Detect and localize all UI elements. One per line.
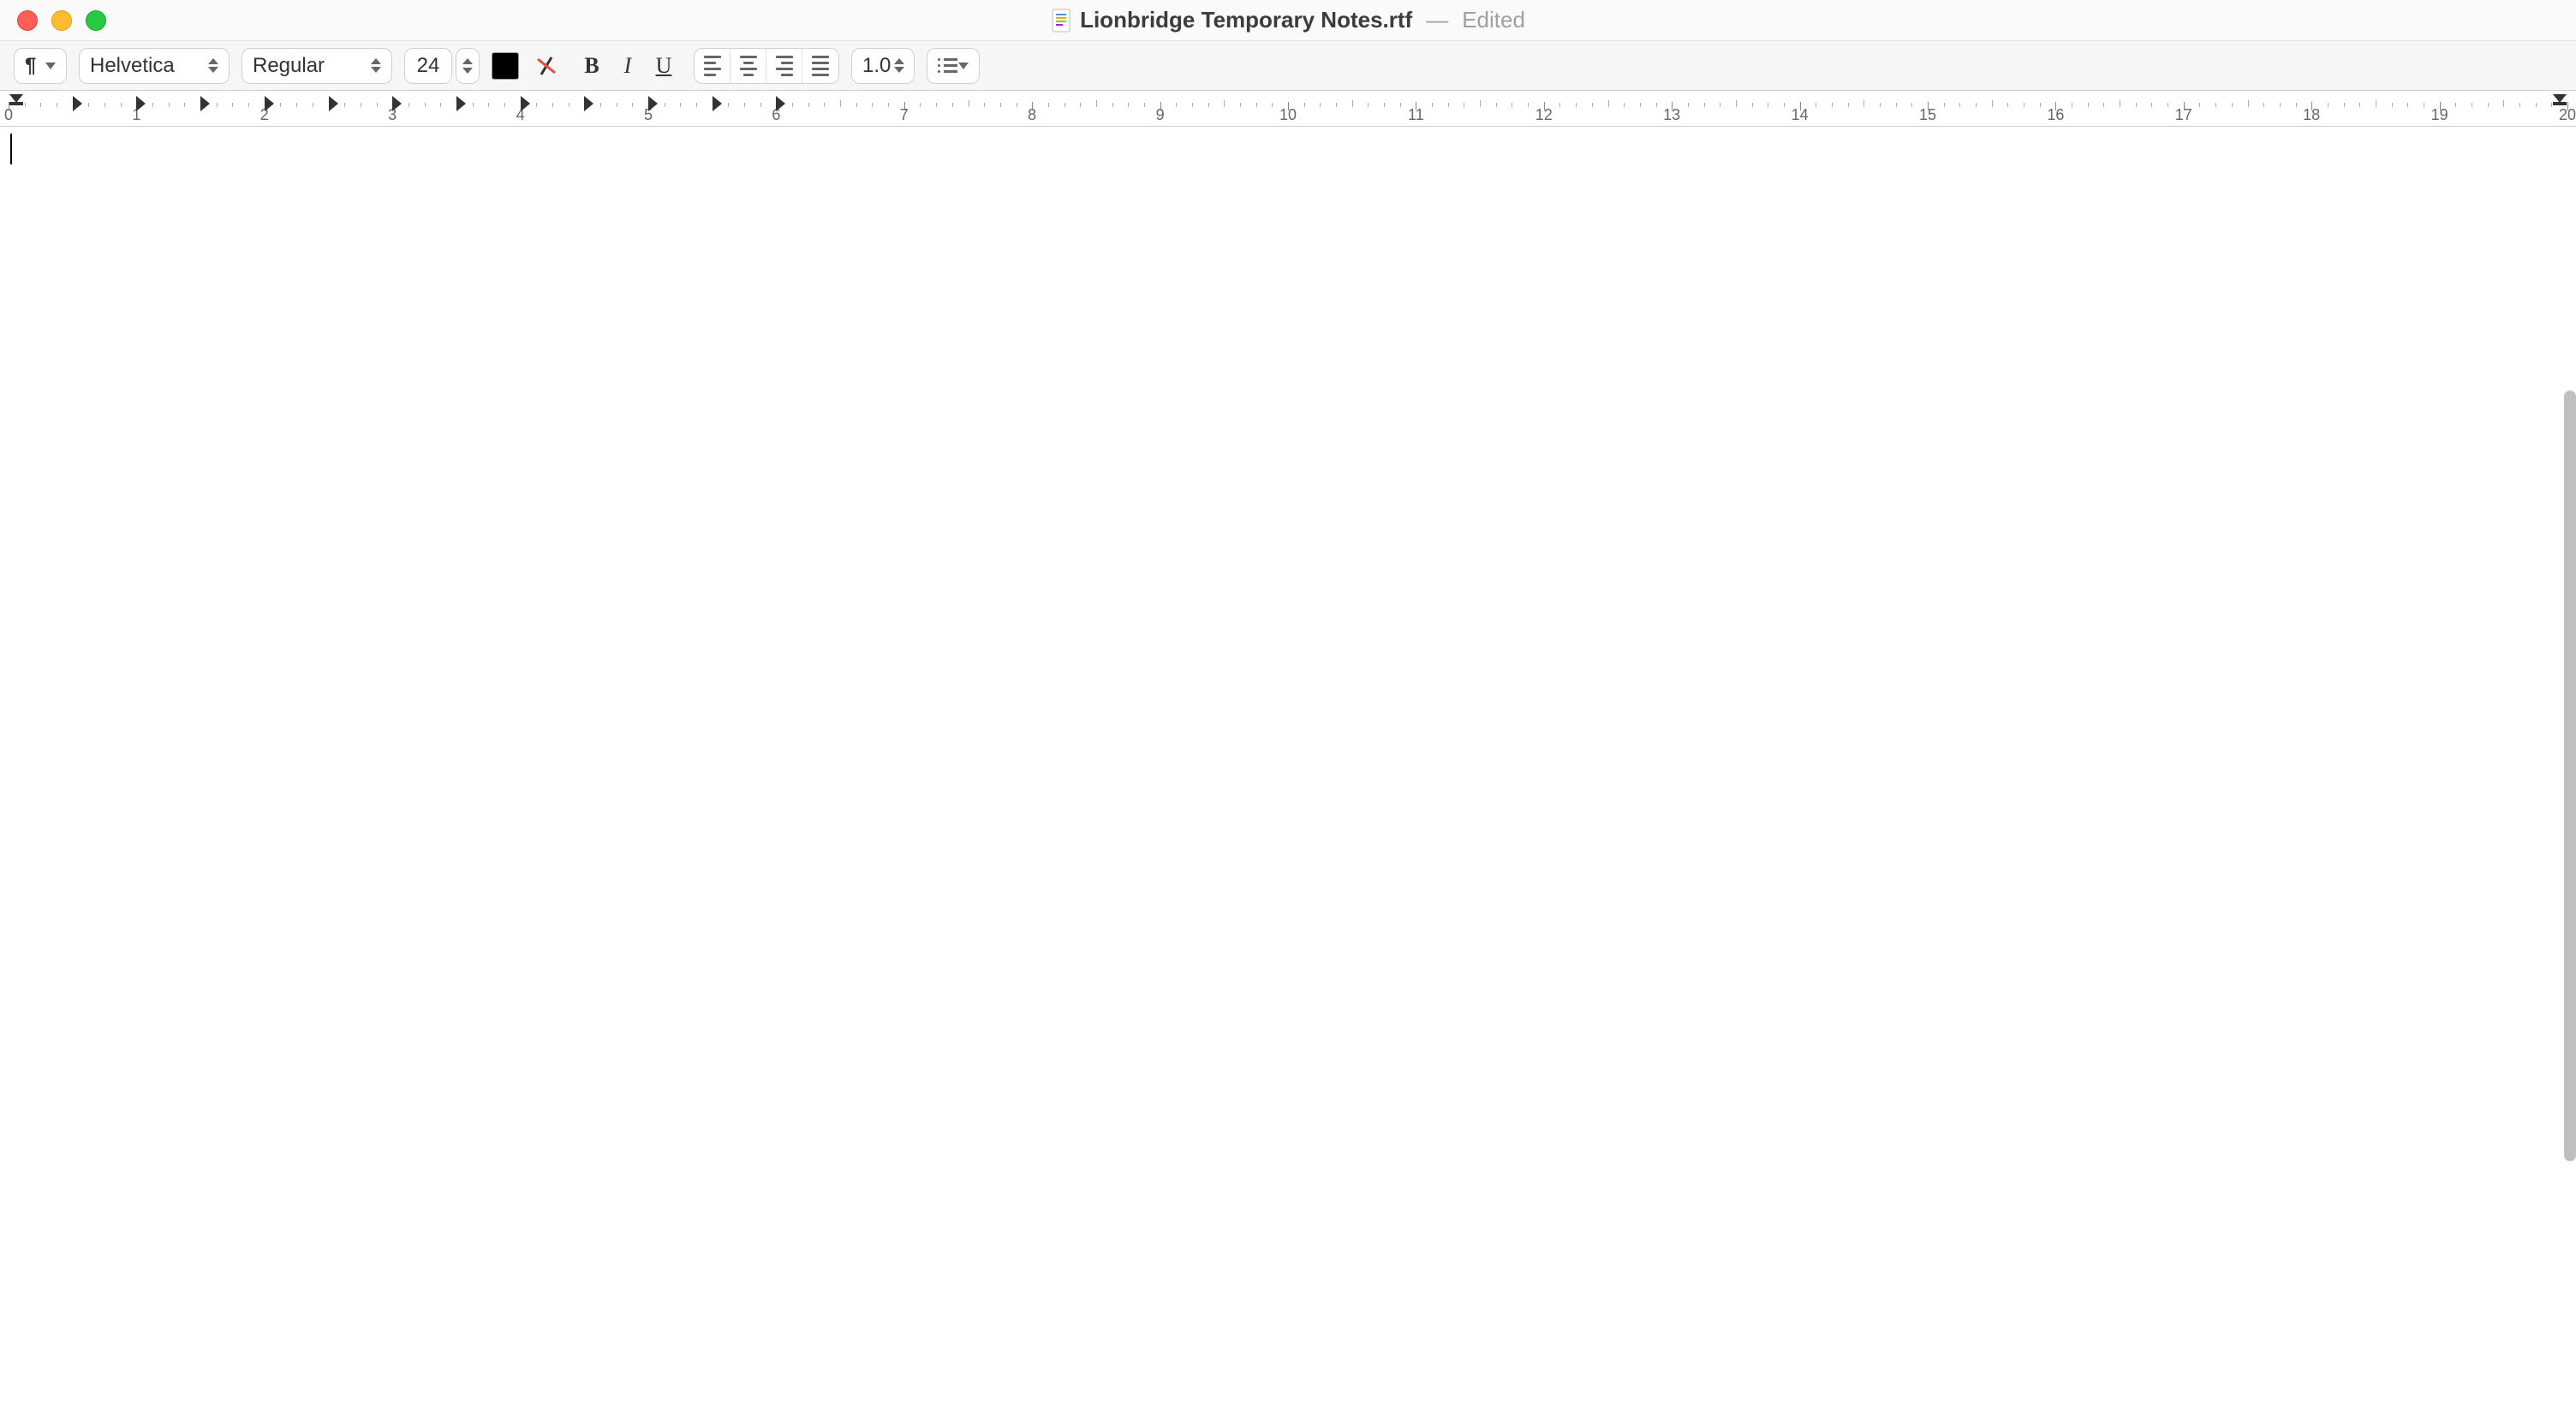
text-cursor: [10, 134, 12, 164]
bold-button[interactable]: B: [574, 48, 610, 84]
tab-stop[interactable]: [136, 96, 146, 111]
list-icon: [938, 58, 957, 73]
ruler-number: 8: [1028, 106, 1036, 124]
align-center-button[interactable]: [730, 49, 766, 83]
chevron-down-icon: [45, 63, 56, 69]
align-left-icon: [704, 56, 721, 76]
title-filename: Lionbridge Temporary Notes.rtf: [1080, 7, 1412, 33]
ruler-number: 7: [900, 106, 909, 124]
tab-stop[interactable]: [456, 96, 466, 111]
window: Lionbridge Temporary Notes.rtf — Edited …: [0, 0, 2576, 1425]
tab-stop[interactable]: [265, 96, 274, 111]
tab-stop[interactable]: [776, 96, 785, 111]
align-right-button[interactable]: [766, 49, 802, 83]
ruler[interactable]: 01234567891011121314151617181920: [0, 91, 2576, 127]
font-family-value: Helvetica: [90, 54, 175, 78]
tab-stop[interactable]: [200, 96, 210, 111]
ruler-number: 10: [1279, 106, 1297, 124]
document-icon: [1051, 9, 1071, 33]
ruler-number: 15: [1919, 106, 1936, 124]
font-family-dropdown[interactable]: Helvetica: [79, 48, 230, 84]
left-margin-marker[interactable]: [9, 94, 23, 105]
italic-button[interactable]: I: [610, 48, 646, 84]
align-justify-button[interactable]: [802, 49, 838, 83]
line-spacing-dropdown[interactable]: 1.0: [851, 48, 915, 84]
chevron-down-icon: [958, 63, 969, 69]
line-spacing-value: 1.0: [862, 54, 891, 78]
font-style-value: Regular: [253, 54, 325, 78]
ruler-number: 18: [2303, 106, 2320, 124]
ruler-number: 0: [4, 106, 13, 124]
highlight-color-picker[interactable]: [531, 51, 562, 81]
close-button[interactable]: [17, 10, 38, 31]
ruler-number: 19: [2431, 106, 2448, 124]
ruler-number: 20: [2559, 106, 2576, 124]
vertical-scrollbar[interactable]: [2564, 391, 2576, 1161]
ruler-number: 16: [2047, 106, 2064, 124]
ruler-number: 14: [1792, 106, 1809, 124]
updown-arrows-icon: [208, 58, 218, 73]
alignment-group: [694, 48, 839, 84]
paragraph-style-dropdown[interactable]: ¶: [14, 48, 67, 84]
underline-button[interactable]: U: [646, 48, 682, 84]
text-format-group: B I U: [574, 48, 682, 84]
font-style-dropdown[interactable]: Regular: [242, 48, 392, 84]
paragraph-icon: ¶: [25, 54, 36, 78]
font-size-value: 24: [417, 54, 440, 78]
ruler-number: 12: [1535, 106, 1553, 124]
title-edited-status: Edited: [1462, 7, 1525, 33]
updown-arrows-icon: [371, 58, 381, 73]
right-margin-marker[interactable]: [2553, 94, 2567, 105]
font-size-stepper[interactable]: [456, 48, 480, 84]
align-justify-icon: [812, 56, 829, 76]
font-size-input[interactable]: 24: [404, 48, 452, 84]
tab-stop[interactable]: [392, 96, 402, 111]
stepper-down-icon: [462, 68, 473, 74]
updown-arrows-icon: [894, 58, 904, 73]
ruler-number: 9: [1156, 106, 1165, 124]
tab-stop[interactable]: [713, 96, 722, 111]
tab-stop[interactable]: [648, 96, 658, 111]
format-toolbar: ¶ Helvetica Regular 24: [0, 41, 2576, 91]
tab-stop[interactable]: [73, 96, 82, 111]
tab-stop[interactable]: [584, 96, 593, 111]
list-style-dropdown[interactable]: [927, 48, 980, 84]
title-separator: —: [1426, 7, 1448, 33]
maximize-button[interactable]: [86, 10, 106, 31]
align-center-icon: [740, 56, 757, 76]
minimize-button[interactable]: [51, 10, 72, 31]
tab-stop[interactable]: [329, 96, 338, 111]
align-right-icon: [776, 56, 793, 76]
ruler-number: 17: [2175, 106, 2192, 124]
ruler-number: 11: [1408, 106, 1424, 124]
window-title: Lionbridge Temporary Notes.rtf — Edited: [1051, 7, 1525, 33]
align-left-button[interactable]: [695, 49, 730, 83]
tab-stop[interactable]: [521, 96, 530, 111]
ruler-number: 13: [1663, 106, 1680, 124]
text-color-picker[interactable]: [492, 52, 519, 80]
titlebar: Lionbridge Temporary Notes.rtf — Edited: [0, 0, 2576, 41]
window-controls: [17, 10, 106, 31]
stepper-up-icon: [462, 58, 473, 64]
text-editor[interactable]: [0, 127, 2576, 1425]
